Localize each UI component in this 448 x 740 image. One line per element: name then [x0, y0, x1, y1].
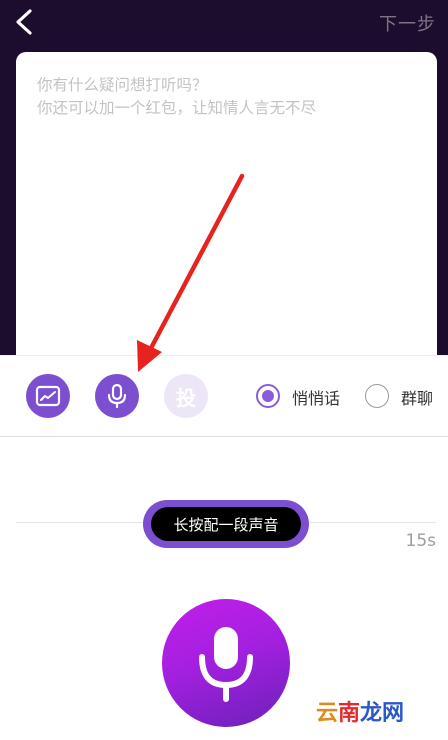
group-chat-radio[interactable]	[365, 384, 389, 408]
record-hint: 长按配一段声音	[143, 500, 309, 548]
chevron-left-icon	[16, 9, 32, 35]
compose-toolbar: 投 悄悄话 群聊	[0, 355, 448, 437]
whisper-radio[interactable]	[256, 384, 280, 408]
compose-placeholder: 你有什么疑问想打听吗？ 你还可以加一个红包，让知情人言无不尽	[37, 76, 317, 117]
record-button[interactable]	[162, 599, 290, 727]
vote-label: 投	[176, 385, 196, 410]
whisper-label[interactable]: 悄悄话	[292, 385, 340, 409]
add-voice-button[interactable]	[95, 374, 139, 418]
group-chat-label[interactable]: 群聊	[401, 385, 433, 409]
next-step-button[interactable]: 下一步	[379, 10, 436, 36]
watermark-logo: 云 南 龙网	[316, 695, 404, 727]
watermark-part-3: 龙网	[360, 700, 405, 726]
recording-duration: 15s	[405, 531, 437, 551]
image-icon	[35, 385, 61, 407]
microphone-icon	[199, 627, 253, 702]
back-button[interactable]	[8, 6, 40, 38]
watermark-part-2: 南	[338, 700, 361, 726]
record-hint-text: 长按配一段声音	[151, 507, 301, 541]
add-image-button[interactable]	[26, 374, 70, 418]
microphone-icon	[107, 383, 127, 409]
compose-area[interactable]: 你有什么疑问想打听吗？ 你还可以加一个红包，让知情人言无不尽	[16, 52, 437, 382]
add-vote-button[interactable]: 投	[164, 374, 208, 418]
watermark-part-1: 云	[316, 700, 339, 726]
